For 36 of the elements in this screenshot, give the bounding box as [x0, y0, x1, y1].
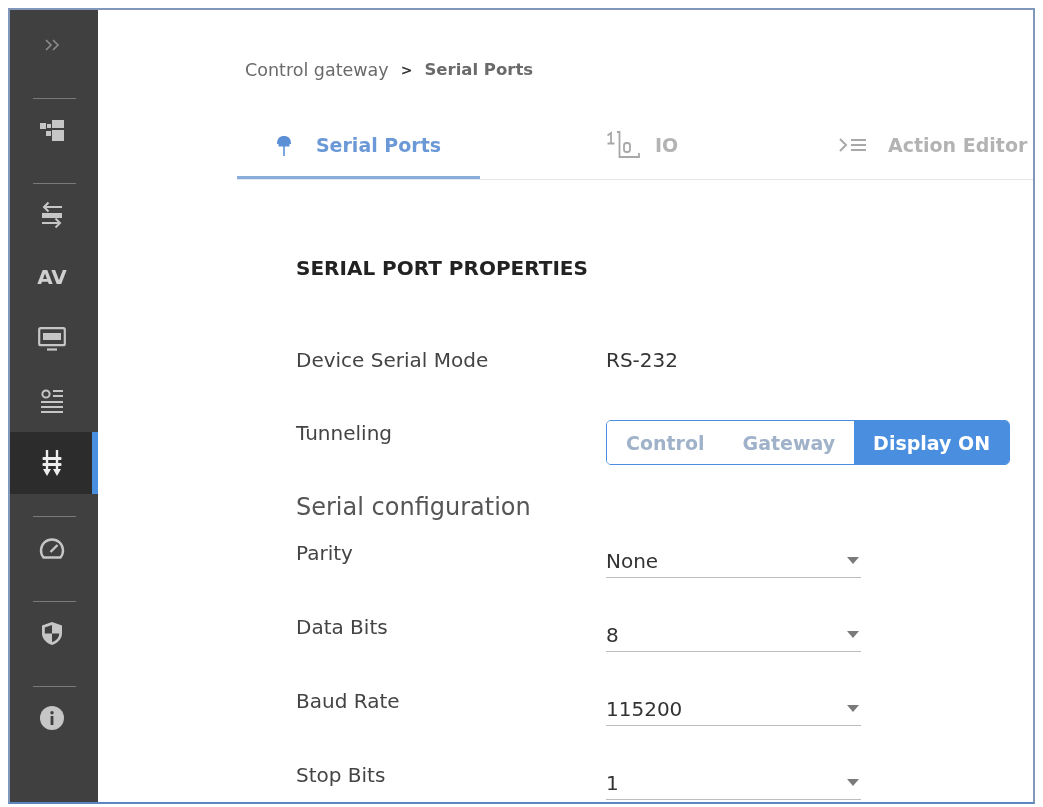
breadcrumb-current: Serial Ports: [424, 59, 534, 81]
shield-icon: [41, 620, 63, 646]
caret-icon: [847, 557, 859, 564]
settings-list-icon: [40, 388, 64, 414]
field-label: Tunneling: [296, 420, 392, 446]
caret-icon: [847, 779, 859, 786]
field-label: Data Bits: [296, 614, 388, 640]
command-list-icon: [838, 137, 868, 153]
sidebar-text-item[interactable]: AV: [10, 246, 98, 308]
pin-icon: [275, 134, 292, 156]
section-title: SERIAL PORT PROPERTIES: [296, 255, 588, 281]
plug-connector-icon: [42, 450, 62, 476]
select-field[interactable]: 115200: [606, 688, 861, 726]
blocks-icon: [40, 119, 64, 141]
info-icon: [40, 706, 64, 730]
monitor-icon: [38, 327, 66, 351]
subsection-title: Serial configuration: [296, 492, 531, 522]
sidebar-item[interactable]: [10, 432, 98, 494]
breadcrumb-link[interactable]: Control gateway: [245, 58, 389, 82]
select-field[interactable]: 1: [606, 762, 861, 800]
field-label: Device Serial Mode: [296, 347, 489, 373]
field-value: RS-232: [606, 347, 678, 373]
field-label: Stop Bits: [296, 762, 386, 788]
breadcrumb-separator: >: [400, 61, 413, 80]
caret-icon: [847, 631, 859, 638]
field-label: Baud Rate: [296, 688, 400, 714]
tab[interactable]: Serial Ports: [237, 114, 480, 179]
select-field[interactable]: 8: [606, 614, 861, 652]
swap-arrows-icon: [41, 201, 63, 229]
segment-option[interactable]: Display ON: [854, 421, 1010, 464]
bracket-digits-icon: [605, 131, 641, 159]
caret-icon: [847, 705, 859, 712]
select-field[interactable]: None: [606, 540, 861, 578]
field-label: Parity: [296, 540, 353, 566]
gauge-icon: [39, 536, 65, 560]
double-chevron-icon: [44, 39, 60, 51]
